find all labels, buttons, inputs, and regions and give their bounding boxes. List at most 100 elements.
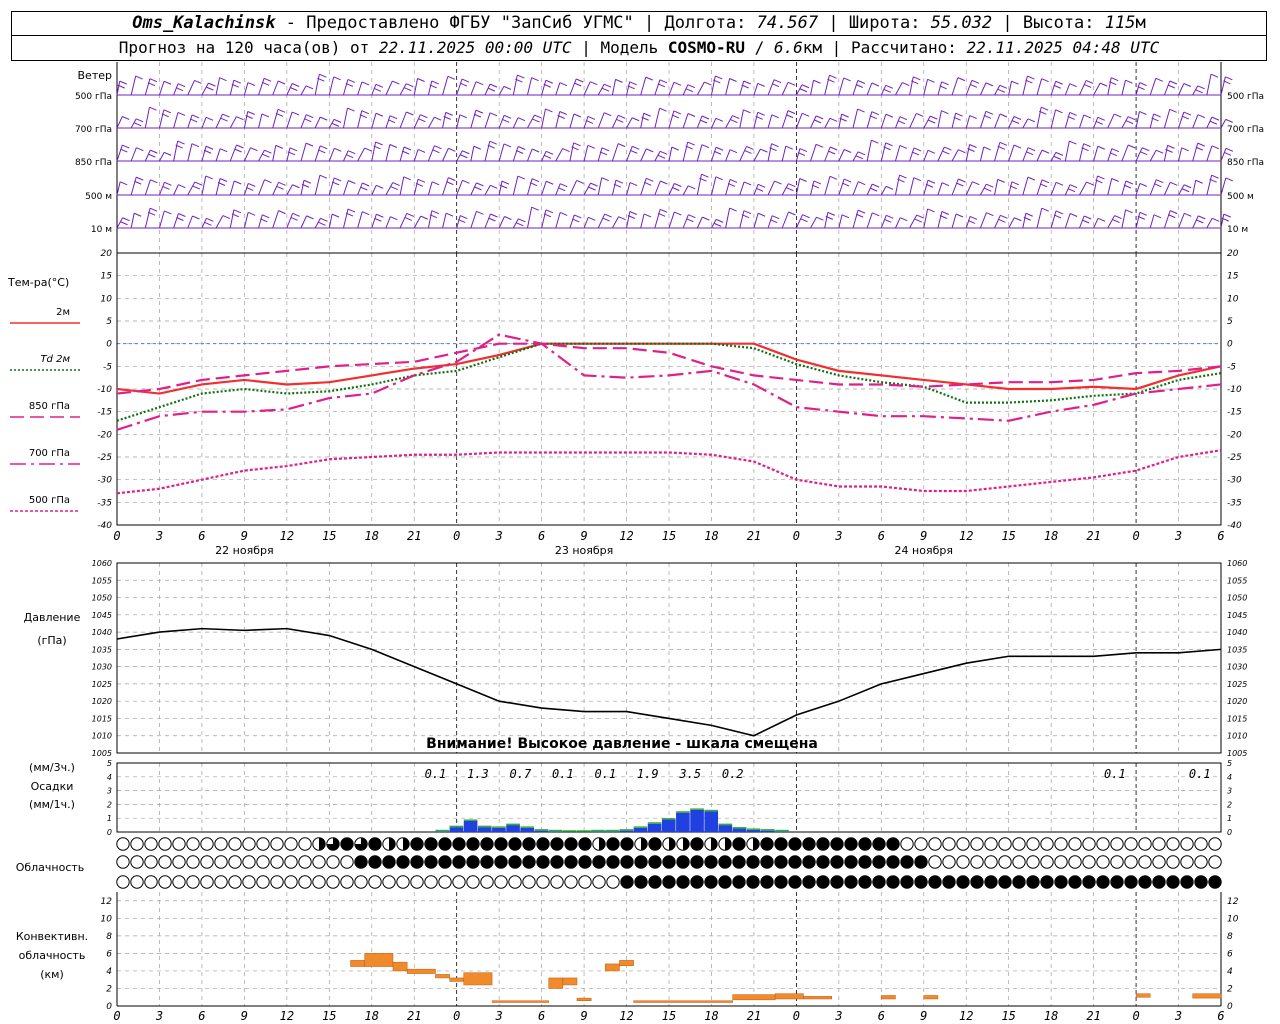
conv-ytick-left: 12 bbox=[101, 897, 113, 907]
cloud-cover-circle bbox=[970, 875, 984, 889]
wind-barb-flag bbox=[1055, 151, 1064, 156]
cloud-cover-circle bbox=[1166, 855, 1180, 869]
wind-barb bbox=[1008, 181, 1013, 196]
wind-barb-flag bbox=[264, 179, 272, 184]
wind-barb-flag bbox=[674, 211, 682, 216]
cloud-cover-circle bbox=[578, 837, 592, 851]
wind-barb-flag bbox=[1083, 143, 1091, 148]
cloud-cover-circle bbox=[298, 875, 312, 889]
conv-ytick-right: 12 bbox=[1227, 897, 1239, 907]
wind-barb-flag bbox=[1195, 179, 1203, 184]
wind-barb-flag bbox=[264, 149, 272, 154]
wind-barb bbox=[427, 145, 435, 162]
wind-barb-flag bbox=[743, 210, 752, 215]
wind-barb-flag bbox=[275, 144, 284, 149]
wind-barb-flag bbox=[560, 183, 568, 188]
wind-barb-flag bbox=[1123, 184, 1132, 189]
wind-barb-flag bbox=[955, 112, 963, 117]
wind-barb bbox=[725, 179, 731, 196]
wind-barb-flag bbox=[262, 214, 270, 219]
conv-ytick-left: 4 bbox=[106, 967, 112, 977]
wind-barb bbox=[456, 150, 463, 162]
wind-barb-flag bbox=[1125, 180, 1134, 185]
wind-barb-flag bbox=[291, 111, 300, 116]
wind-barb-flag bbox=[219, 148, 228, 153]
temp-ytick-left: -15 bbox=[97, 408, 112, 418]
wind-barb-flag bbox=[163, 151, 172, 156]
wind-barb-flag bbox=[534, 114, 542, 119]
cloud-cover-circle bbox=[564, 855, 578, 869]
precip-bar-cap bbox=[548, 829, 563, 832]
wind-barb-flag bbox=[431, 80, 439, 85]
precip-ytick-right: 2 bbox=[1227, 800, 1232, 809]
wind-barb bbox=[696, 144, 703, 162]
wind-barb bbox=[1093, 146, 1099, 162]
wind-barb-flag bbox=[418, 118, 426, 123]
wind-barb-flag bbox=[815, 143, 824, 148]
wind-barb-flag bbox=[927, 78, 935, 83]
pres-ytick-right: 1035 bbox=[1227, 645, 1247, 654]
wind-barb-flag bbox=[434, 145, 442, 150]
wind-barb-flag bbox=[532, 118, 540, 123]
wind-barb bbox=[173, 213, 179, 229]
wind-barb bbox=[526, 77, 533, 96]
wind-barb bbox=[357, 211, 363, 229]
wind-barb bbox=[413, 215, 422, 229]
wind-barb-flag bbox=[1153, 214, 1162, 219]
precip-bar-cap bbox=[761, 829, 775, 831]
wind-barb-flag bbox=[529, 182, 538, 187]
wind-barb-flag bbox=[1139, 111, 1147, 115]
temp-legend-label: 500 гПа bbox=[29, 495, 70, 506]
wind-barb-flag bbox=[133, 212, 142, 217]
wind-barb-flag bbox=[872, 212, 880, 217]
wind-barb bbox=[1121, 116, 1129, 129]
cloud-cover-circle bbox=[186, 875, 200, 889]
wind-barb bbox=[711, 118, 717, 129]
wind-barb-flag bbox=[787, 81, 796, 86]
cloud-cover-circle bbox=[1138, 855, 1152, 869]
cloud-cover-circle bbox=[228, 837, 242, 851]
wind-barb bbox=[725, 115, 733, 129]
wind-barb bbox=[951, 149, 959, 162]
wind-barb-flag bbox=[573, 82, 582, 87]
temp-ytick-right: 20 bbox=[1227, 249, 1239, 259]
cloud-cover-circle bbox=[452, 855, 466, 869]
wind-barb-flag bbox=[911, 151, 920, 156]
wind-barb bbox=[725, 207, 731, 229]
wind-barb-flag bbox=[673, 110, 682, 115]
wind-barb-flag bbox=[320, 145, 328, 150]
precip-bar bbox=[463, 820, 478, 832]
wind-barb bbox=[640, 178, 647, 196]
x-tick-label: 6 bbox=[878, 529, 885, 543]
pres-ytick-left: 1060 bbox=[92, 559, 112, 568]
wind-barb-flag bbox=[476, 182, 484, 187]
wind-barb bbox=[1022, 147, 1029, 162]
temp-ytick-right: 0 bbox=[1227, 340, 1233, 350]
wind-barb bbox=[682, 214, 689, 229]
wind-barb-flag bbox=[1053, 155, 1062, 160]
precip-bar-cap bbox=[690, 808, 704, 810]
pres-ytick-right: 1030 bbox=[1227, 663, 1247, 672]
precip-bar bbox=[435, 831, 450, 832]
cloud-cover-circle bbox=[158, 875, 172, 889]
wind-barb-flag bbox=[958, 149, 966, 154]
cloud-cover-circle bbox=[438, 855, 452, 869]
convective-bar bbox=[1135, 993, 1151, 998]
wind-barb-flag bbox=[985, 110, 994, 115]
wind-barb bbox=[795, 178, 801, 196]
wind-barb-flag bbox=[841, 214, 850, 219]
wind-barb-flag bbox=[460, 154, 468, 159]
wind-barb-flag bbox=[1155, 149, 1164, 154]
wind-barb-flag bbox=[559, 111, 567, 115]
wind-barb bbox=[597, 147, 603, 162]
wind-barb-flag bbox=[291, 83, 300, 87]
wind-barb-flag bbox=[1085, 80, 1094, 84]
pres-ytick-left: 1045 bbox=[92, 611, 112, 620]
wind-barb-flag bbox=[843, 77, 851, 82]
wind-barb-flag bbox=[883, 88, 891, 93]
wind-barb bbox=[937, 81, 943, 96]
wind-barb bbox=[229, 144, 237, 162]
wind-barb-flag bbox=[897, 120, 906, 125]
wind-barb bbox=[243, 183, 249, 196]
wind-barb-flag bbox=[531, 148, 540, 153]
